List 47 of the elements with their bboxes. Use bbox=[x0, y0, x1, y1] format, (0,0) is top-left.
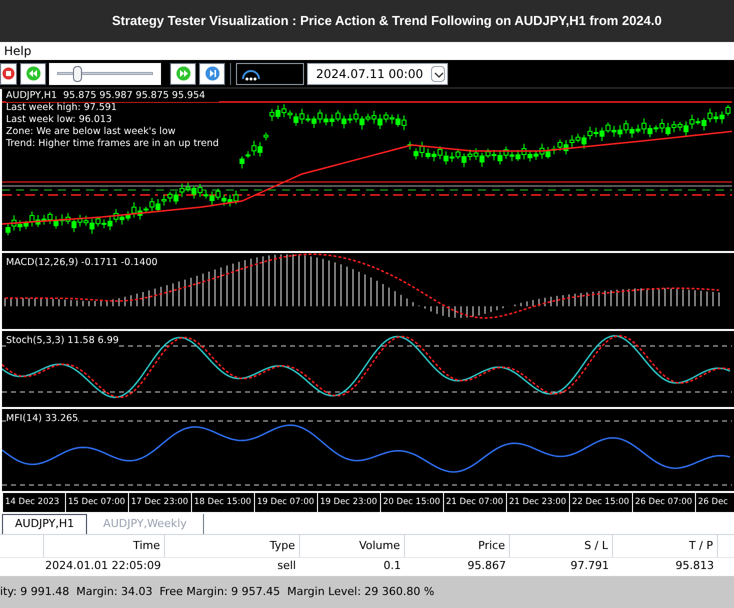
skip-to-end-button[interactable] bbox=[199, 62, 225, 84]
table-cell-text: sell bbox=[276, 558, 297, 574]
time-label: 15 Dec 07:00 bbox=[68, 496, 126, 509]
rewind-button[interactable] bbox=[20, 62, 46, 84]
speed-slider[interactable] bbox=[49, 62, 161, 84]
chart-tab[interactable]: AUDJPY,H1 bbox=[2, 514, 88, 534]
stop-button[interactable] bbox=[0, 62, 17, 84]
time-label: 21 Dec 07:00 bbox=[446, 496, 504, 509]
time-label: 26 Dec 07:00 bbox=[635, 496, 692, 509]
dropdown-caret-icon bbox=[431, 66, 446, 82]
time-label: 26 Dec bbox=[698, 496, 728, 509]
time-label: 18 Dec 15:00 bbox=[194, 496, 252, 509]
fast-forward-button[interactable] bbox=[170, 62, 196, 84]
table-cell-text: 95.813 bbox=[674, 558, 715, 574]
info-text: Last week low: 96.013 bbox=[6, 114, 113, 126]
fast-forward-icon bbox=[176, 66, 190, 81]
column-header[interactable]: Type bbox=[165, 535, 300, 557]
date-field[interactable]: 2024.07.11 00:00 bbox=[307, 62, 448, 84]
time-label: 22 Dec 15:00 bbox=[572, 496, 630, 509]
column-header[interactable]: Time bbox=[44, 535, 165, 557]
column-header[interactable]: Price bbox=[405, 535, 510, 557]
table-cell-text: 2024.01.01 22:05:09 bbox=[44, 558, 162, 574]
table-cell-text: 95.867 bbox=[466, 558, 507, 574]
info-text: Zone: We are below last week's low bbox=[6, 126, 177, 138]
time-label: 14 Dec 2023 bbox=[5, 496, 60, 509]
time-label: 19 Dec 07:00 bbox=[257, 496, 314, 509]
stop-icon bbox=[2, 67, 15, 80]
column-header[interactable]: Volume bbox=[300, 535, 405, 557]
skip-to-end-icon bbox=[204, 66, 220, 81]
date-value: 2024.07.11 00:00 bbox=[316, 66, 424, 82]
info-text: Last week high: 97.591 bbox=[6, 102, 118, 114]
time-label: 19 Dec 23:00 bbox=[320, 496, 378, 509]
time-label: 17 Dec 23:00 bbox=[131, 496, 188, 509]
table-cell-text: 97.791 bbox=[570, 558, 610, 574]
time-label: 20 Dec 15:00 bbox=[383, 496, 440, 509]
speed-gauge-button[interactable] bbox=[236, 62, 304, 84]
column-header[interactable]: S / L bbox=[510, 535, 613, 557]
slider-thumb[interactable] bbox=[72, 66, 82, 82]
rewind-icon bbox=[26, 66, 40, 81]
window-title: Strategy Tester Visualization : Price Action & Trend Following on AUDJPY,H1 from 2024.0 bbox=[112, 12, 662, 30]
menu-item[interactable]: Help bbox=[4, 42, 32, 60]
table-cell-text: 0.1 bbox=[382, 558, 402, 574]
info-text: Trend: Higher time frames are in an up trend bbox=[6, 138, 219, 150]
column-header[interactable]: T / P bbox=[613, 535, 718, 557]
indicator-label: Stoch(5,3,3) 11.58 6.99 bbox=[6, 334, 119, 348]
account-status-text: ity: 9 991.48 Margin: 34.03 Free Margin: 9 957.45 Margin Level: 29 360.80 % bbox=[0, 584, 434, 600]
time-label: 21 Dec 23:00 bbox=[509, 496, 566, 509]
